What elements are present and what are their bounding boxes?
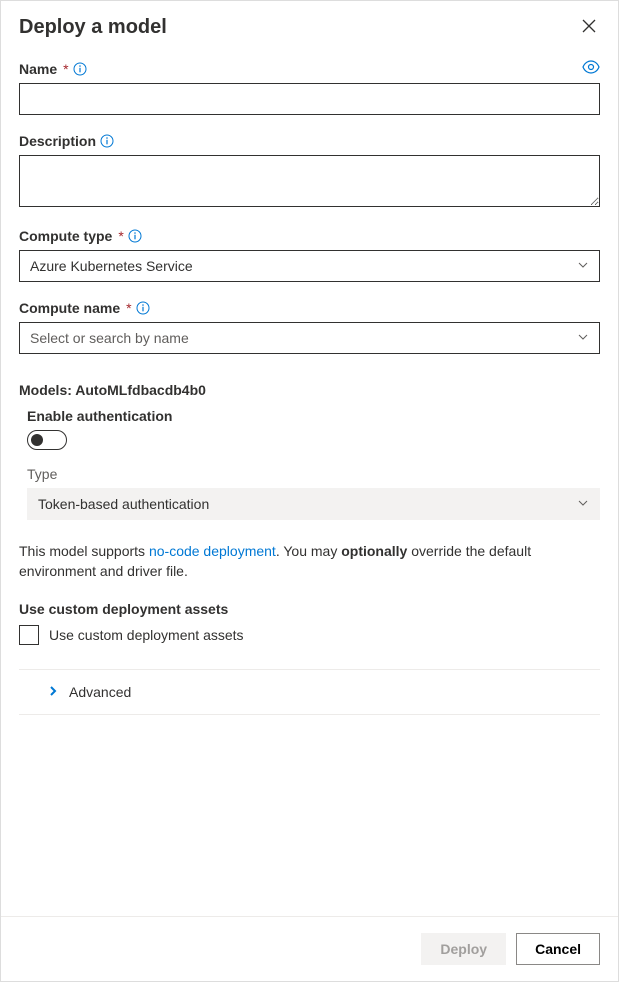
close-button[interactable] [578, 15, 600, 40]
compute-name-select[interactable]: Select or search by name [19, 322, 600, 354]
name-input[interactable] [19, 83, 600, 115]
cancel-button[interactable]: Cancel [516, 933, 600, 965]
compute-type-select[interactable]: Azure Kubernetes Service [19, 250, 600, 282]
advanced-expander[interactable]: Advanced [19, 669, 600, 715]
required-marker: * [63, 61, 68, 77]
enable-auth-toggle[interactable] [27, 430, 67, 450]
auth-type-value: Token-based authentication [38, 496, 209, 512]
enable-auth-label: Enable authentication [27, 408, 600, 424]
advanced-label: Advanced [69, 684, 131, 700]
name-label: Name [19, 61, 57, 77]
compute-name-label: Compute name [19, 300, 120, 316]
eye-icon[interactable] [582, 60, 600, 77]
description-input[interactable] [19, 155, 600, 207]
chevron-right-icon [47, 684, 59, 700]
deploy-button[interactable]: Deploy [421, 933, 506, 965]
dialog-title: Deploy a model [19, 16, 167, 39]
compute-name-placeholder: Select or search by name [30, 330, 189, 346]
compute-type-value: Azure Kubernetes Service [30, 258, 193, 274]
auth-type-label: Type [27, 466, 57, 482]
models-heading: Models: AutoMLfdbacdb4b0 [19, 382, 600, 398]
info-icon[interactable] [128, 229, 142, 243]
required-marker: * [126, 300, 131, 316]
toggle-knob [31, 434, 43, 446]
custom-assets-checkbox-label: Use custom deployment assets [49, 627, 244, 643]
chevron-down-icon [577, 330, 589, 346]
custom-assets-checkbox[interactable] [19, 625, 39, 645]
no-code-deployment-link[interactable]: no-code deployment [149, 543, 276, 559]
info-icon[interactable] [100, 134, 114, 148]
required-marker: * [118, 228, 123, 244]
custom-assets-heading: Use custom deployment assets [19, 601, 600, 617]
close-icon [582, 21, 596, 36]
chevron-down-icon [577, 496, 589, 512]
auth-type-select: Token-based authentication [27, 488, 600, 520]
no-code-note: This model supports no-code deployment. … [19, 542, 600, 581]
info-icon[interactable] [136, 301, 150, 315]
info-icon[interactable] [73, 62, 87, 76]
compute-type-label: Compute type [19, 228, 112, 244]
description-label: Description [19, 133, 96, 149]
chevron-down-icon [577, 258, 589, 274]
